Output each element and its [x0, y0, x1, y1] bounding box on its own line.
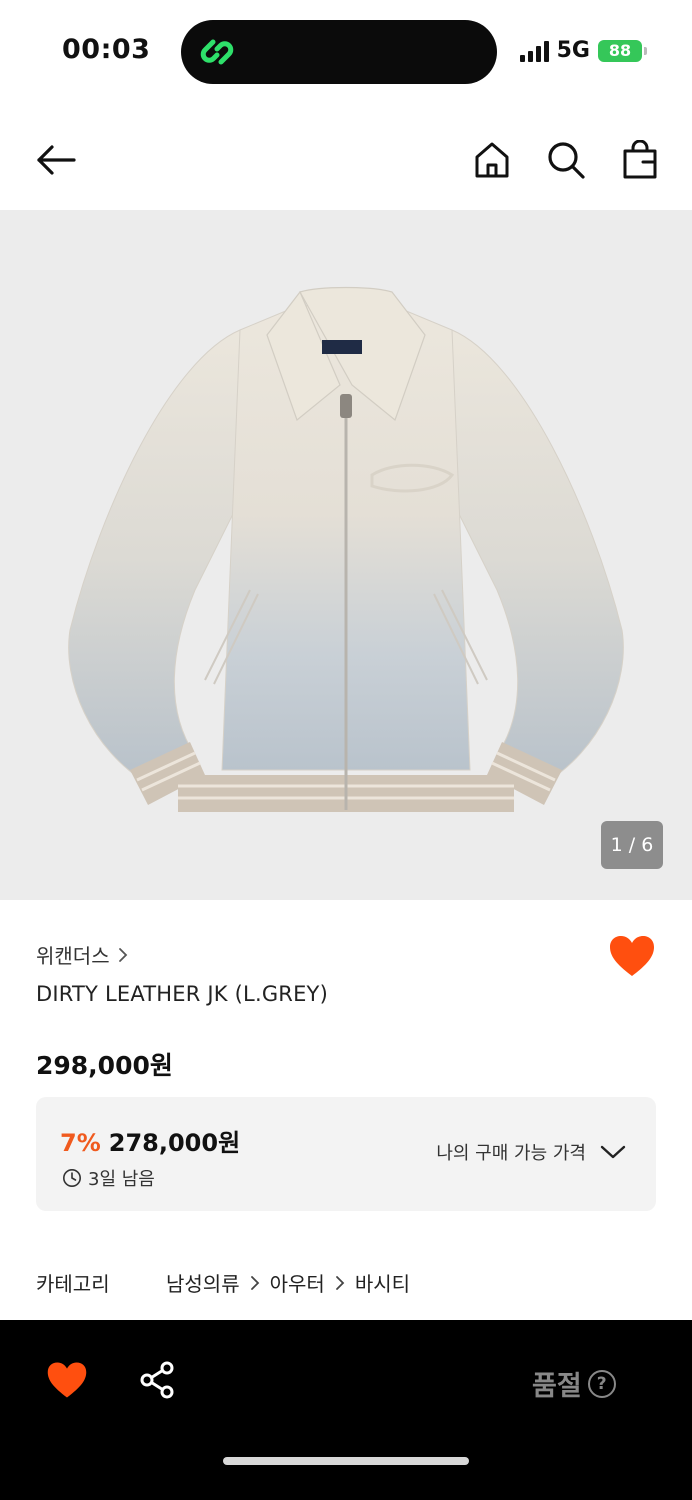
home-button[interactable] — [466, 134, 518, 186]
chevron-right-icon — [250, 1275, 259, 1290]
category-row: 카테고리 남성의류 아우터 바시티 — [36, 1268, 410, 1297]
search-icon — [548, 142, 585, 179]
category-crumb[interactable]: 남성의류 — [166, 1268, 240, 1297]
product-image-gallery[interactable]: 1 / 6 — [0, 210, 692, 900]
discount-panel[interactable]: 7% 278,000원 3일 남음 나의 구매 가능 가격 — [36, 1097, 656, 1211]
sold-out-status: 품절 ? — [532, 1364, 616, 1403]
wishlist-heart-icon[interactable] — [46, 1360, 88, 1400]
cart-button[interactable] — [614, 134, 666, 186]
discount-price-row: 7% 278,000원 — [60, 1123, 240, 1158]
network-type: 5G — [556, 38, 590, 63]
product-name: DIRTY LEATHER JK (L.GREY) — [36, 982, 328, 1006]
original-price: 298,000원 — [36, 1051, 173, 1080]
discount-time-left: 3일 남음 — [62, 1165, 155, 1191]
status-time: 00:03 — [62, 34, 151, 65]
discount-rate: 7% — [60, 1129, 101, 1157]
status-indicators: 5G 88 — [519, 38, 647, 63]
discount-price: 278,000원 — [108, 1129, 241, 1157]
battery-icon: 88 — [598, 39, 647, 62]
time-left-text: 3일 남음 — [88, 1169, 155, 1190]
category-crumb[interactable]: 아우터 — [270, 1268, 325, 1297]
brand-link[interactable]: 위캔더스 — [36, 940, 128, 969]
shopping-bag-icon — [623, 140, 657, 179]
image-counter: 1 / 6 — [601, 821, 663, 869]
link-app-icon — [200, 39, 234, 65]
signal-icon — [519, 40, 549, 62]
status-bar: 00:03 5G 88 — [0, 0, 692, 104]
category-breadcrumb: 남성의류 아우터 바시티 — [166, 1268, 410, 1297]
category-crumb[interactable]: 바시티 — [355, 1268, 410, 1297]
search-button[interactable] — [540, 134, 592, 186]
chevron-down-icon — [600, 1145, 626, 1159]
bottom-action-bar: 품절 ? — [0, 1320, 692, 1500]
help-icon[interactable]: ? — [587, 1369, 616, 1398]
share-icon[interactable] — [138, 1360, 178, 1400]
my-price-dropdown[interactable]: 나의 구매 가능 가격 — [436, 1139, 626, 1165]
battery-level: 88 — [608, 41, 632, 60]
chevron-right-icon — [118, 947, 127, 962]
wishlist-heart-icon[interactable] — [608, 934, 656, 978]
brand-name: 위캔더스 — [36, 944, 110, 968]
my-price-label: 나의 구매 가능 가격 — [436, 1143, 586, 1164]
home-icon — [475, 142, 509, 178]
back-button[interactable] — [30, 134, 82, 186]
product-image — [68, 286, 624, 812]
clock-icon — [63, 1169, 81, 1187]
dynamic-island — [181, 20, 497, 84]
home-indicator — [223, 1457, 469, 1465]
chevron-right-icon — [335, 1275, 345, 1290]
category-label: 카테고리 — [36, 1272, 110, 1296]
arrow-left-icon — [37, 145, 76, 175]
sold-out-label: 품절 — [532, 1371, 582, 1402]
top-navigation — [0, 120, 692, 200]
